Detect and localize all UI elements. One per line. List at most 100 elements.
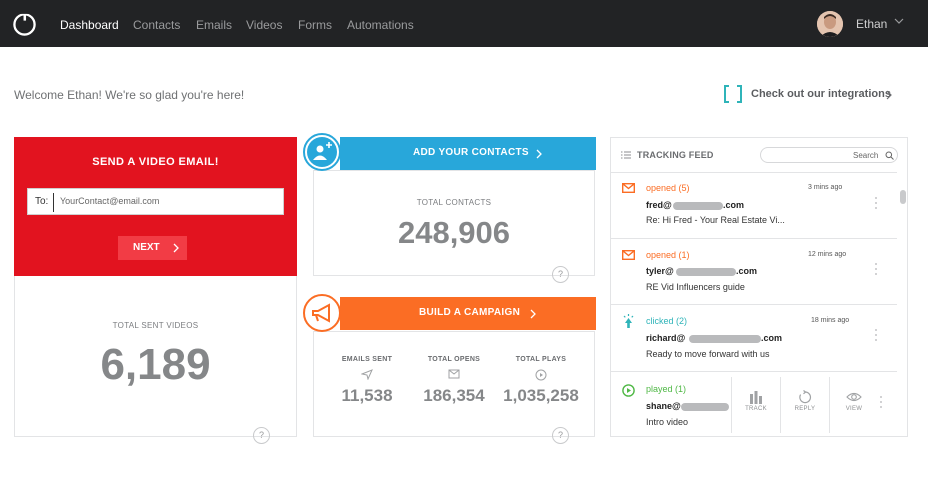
feed-time: 18 mins ago (811, 317, 850, 324)
bar-chart-icon (750, 391, 762, 404)
reply-button[interactable]: REPLY (781, 390, 829, 412)
chevron-right-icon (173, 243, 179, 253)
redacted-email (676, 268, 736, 276)
add-contacts-button[interactable]: ADD YOUR CONTACTS (340, 137, 596, 170)
more-options-icon[interactable] (875, 263, 878, 278)
feed-item[interactable]: opened (1) 12 mins ago tyler@ .com RE Vi… (611, 238, 897, 304)
redacted-email (681, 403, 729, 411)
feed-item[interactable]: played (1) shane@ Intro video TRACK REPL… (611, 371, 897, 437)
help-icon[interactable]: ? (552, 427, 569, 444)
top-nav: Dashboard Contacts Emails Videos Forms A… (0, 0, 928, 47)
redacted-email (673, 202, 723, 210)
nav-emails[interactable]: Emails (196, 0, 232, 47)
feed-email[interactable]: richard@ (646, 333, 685, 343)
nav-contacts[interactable]: Contacts (133, 0, 180, 47)
welcome-message: Welcome Ethan! We're so glad you're here… (14, 88, 245, 102)
total-opens-value: 186,354 (423, 386, 485, 405)
email-prefix: fred@ (646, 200, 672, 210)
total-sent-value: 6,189 (100, 340, 211, 389)
total-contacts-label: TOTAL CONTACTS (416, 198, 492, 207)
user-name[interactable]: Ethan (856, 0, 887, 47)
help-icon[interactable]: ? (253, 427, 270, 444)
envelope-icon (622, 250, 635, 260)
recipient-field[interactable]: To: YourContact@email.com (27, 188, 284, 215)
play-icon (622, 384, 635, 397)
feed-subject: Re: Hi Fred - Your Real Estate Vi... (646, 215, 785, 225)
total-sent-label: TOTAL SENT VIDEOS (112, 321, 199, 330)
next-label: NEXT (133, 242, 160, 253)
feed-email[interactable]: fred@ (646, 200, 672, 210)
search-icon[interactable] (885, 151, 894, 160)
total-plays-stat: TOTAL PLAYS 1,035,258 (497, 356, 585, 406)
feed-time: 12 mins ago (808, 251, 847, 258)
logo-icon[interactable] (12, 11, 37, 36)
track-button[interactable]: TRACK (732, 390, 780, 412)
tracking-feed-title: TRACKING FEED (637, 150, 714, 160)
email-suffix: .com (736, 266, 758, 276)
integrations-label: Check out our integrations (751, 88, 891, 100)
feed-status: played (1) (646, 384, 687, 394)
more-options-icon[interactable] (875, 197, 878, 212)
total-opens-stat: TOTAL OPENS 186,354 (411, 356, 497, 406)
to-label: To: (35, 196, 49, 207)
build-campaign-label: BUILD A CAMPAIGN (419, 307, 521, 318)
integrations-icon (724, 85, 742, 103)
nav-dashboard[interactable]: Dashboard (60, 0, 119, 47)
feed-subject: Intro video (646, 417, 689, 427)
reply-label: REPLY (794, 406, 816, 412)
feed-subject: RE Vid Influencers guide (646, 282, 745, 292)
feed-search-input[interactable]: Search (760, 147, 898, 163)
view-label: VIEW (845, 406, 863, 412)
send-icon (361, 369, 373, 380)
feed-status: opened (1) (646, 250, 690, 260)
emails-sent-value: 11,538 (341, 386, 393, 405)
email-prefix: richard@ (646, 333, 686, 343)
recipient-input[interactable]: YourContact@email.com (60, 196, 159, 206)
help-icon[interactable]: ? (552, 266, 569, 283)
feed-email[interactable]: tyler@ (646, 266, 674, 276)
feed-email[interactable]: shane@ (646, 401, 681, 411)
nav-automations[interactable]: Automations (347, 0, 414, 47)
redacted-email (689, 335, 761, 343)
nav-videos[interactable]: Videos (246, 0, 282, 47)
total-plays-value: 1,035,258 (503, 386, 579, 405)
total-opens-label: TOTAL OPENS (427, 356, 481, 363)
reply-icon (799, 390, 811, 404)
view-button[interactable]: VIEW (830, 390, 878, 412)
nav-forms[interactable]: Forms (298, 0, 332, 47)
chevron-down-icon[interactable] (894, 18, 904, 25)
total-plays-label: TOTAL PLAYS (515, 356, 567, 363)
build-campaign-button[interactable]: BUILD A CAMPAIGN (340, 297, 596, 330)
send-video-title: SEND A VIDEO EMAIL! (92, 156, 219, 168)
chevron-right-icon (530, 309, 536, 319)
search-placeholder: Search (853, 151, 879, 160)
avatar[interactable] (817, 11, 843, 37)
add-contacts-label: ADD YOUR CONTACTS (413, 147, 529, 158)
chevron-right-icon (886, 90, 892, 100)
feed-status: clicked (2) (646, 316, 688, 326)
click-icon (623, 314, 634, 328)
more-options-icon[interactable] (875, 329, 878, 344)
track-label: TRACK (745, 406, 767, 412)
add-contact-icon (303, 133, 341, 171)
send-video-panel: SEND A VIDEO EMAIL! To: YourContact@emai… (14, 137, 297, 276)
feed-scrollbar[interactable] (900, 190, 906, 204)
email-suffix: .com (761, 333, 783, 343)
more-options-icon[interactable] (880, 396, 883, 411)
email-prefix: tyler@ (646, 266, 674, 276)
emails-sent-label: EMAILS SENT (341, 356, 393, 363)
feed-item[interactable]: clicked (2) 18 mins ago richard@ .com Re… (611, 304, 897, 371)
feed-subject: Ready to move forward with us (646, 349, 770, 359)
feed-time: 3 mins ago (808, 184, 843, 191)
next-button[interactable]: NEXT (118, 236, 187, 260)
list-icon (621, 151, 631, 159)
feed-status: opened (5) (646, 183, 690, 193)
email-prefix: shane@ (646, 401, 681, 411)
email-suffix: .com (723, 200, 745, 210)
field-divider (53, 193, 54, 212)
feed-item[interactable]: opened (5) 3 mins ago fred@ .com Re: Hi … (611, 172, 897, 238)
eye-icon (846, 392, 862, 402)
megaphone-icon (303, 294, 341, 332)
envelope-icon (622, 183, 635, 193)
play-icon (535, 369, 547, 381)
